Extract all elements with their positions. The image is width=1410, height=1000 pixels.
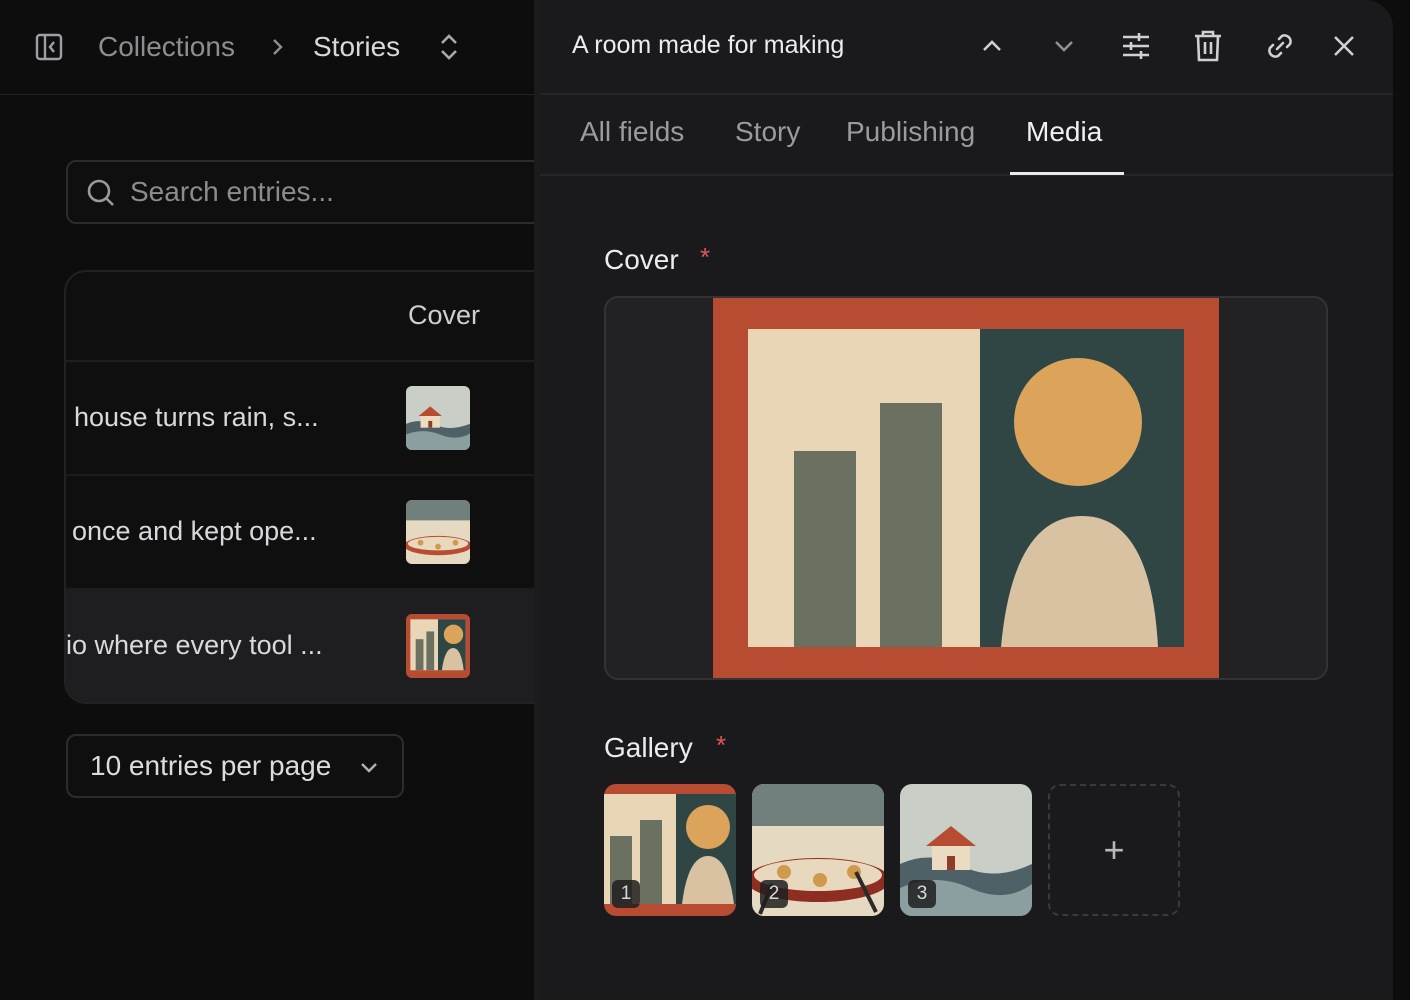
list-topbar: Collections Stories [0, 0, 540, 95]
table-row[interactable]: once and kept ope... [66, 476, 540, 590]
collection-list-pane: Collections Stories Cover house turns ra… [0, 0, 540, 1000]
close-icon [1332, 34, 1356, 63]
tab-media[interactable]: Media [1026, 116, 1102, 148]
gallery-item-index: 3 [908, 880, 936, 908]
gallery-item-index: 2 [760, 880, 788, 908]
table-row[interactable]: house turns rain, s... [66, 362, 540, 476]
plus-icon: + [1103, 829, 1125, 870]
copy-link-button[interactable] [1260, 28, 1300, 68]
previous-entry-button[interactable] [972, 28, 1012, 68]
window-edge [1393, 0, 1410, 1000]
chevron-down-icon [358, 756, 380, 778]
close-panel-button[interactable] [1324, 28, 1364, 68]
chevron-down-icon [1052, 34, 1076, 63]
gallery-item-index: 1 [612, 880, 640, 908]
tab-publishing[interactable]: Publishing [846, 116, 975, 148]
trash-icon [1194, 30, 1222, 67]
gallery-field-label: Gallery [604, 732, 693, 763]
gallery-item[interactable]: 3 [900, 784, 1032, 916]
search-field[interactable] [66, 160, 540, 224]
collection-switcher-icon[interactable] [436, 32, 462, 62]
active-tab-indicator [1010, 172, 1124, 175]
row-cover-thumbnail [406, 614, 470, 678]
column-header-cover[interactable]: Cover [408, 300, 480, 331]
table-row-selected[interactable]: io where every tool ... [66, 590, 540, 702]
entries-per-page-label: 10 entries per page [90, 750, 332, 781]
entry-title: A room made for making [572, 31, 845, 59]
breadcrumb-collections[interactable]: Collections [98, 29, 235, 65]
row-title: io where every tool ... [66, 630, 323, 660]
row-title: house turns rain, s... [74, 402, 319, 432]
chevron-right-icon [268, 36, 288, 58]
table-header: Cover [66, 272, 540, 362]
next-entry-button[interactable] [1044, 28, 1084, 68]
add-gallery-image-button[interactable]: + [1048, 784, 1180, 916]
tab-story[interactable]: Story [735, 116, 800, 148]
row-cover-thumbnail [406, 386, 470, 450]
gallery-item[interactable]: 1 [604, 784, 736, 916]
entry-tabs: All fields Story Publishing Media [540, 96, 1393, 176]
link-icon [1264, 30, 1296, 67]
delete-entry-button[interactable] [1188, 28, 1228, 68]
row-cover-thumbnail [406, 500, 470, 564]
row-title: once and kept ope... [72, 516, 317, 546]
search-icon [86, 178, 116, 208]
entry-header: A room made for making [540, 0, 1393, 95]
gallery-item[interactable]: 2 [752, 784, 884, 916]
sliders-icon [1121, 32, 1151, 65]
field-settings-button[interactable] [1116, 28, 1156, 68]
cover-required-marker: * [700, 242, 711, 272]
search-input[interactable] [130, 170, 540, 214]
breadcrumb-stories[interactable]: Stories [313, 29, 400, 65]
chevron-up-icon [980, 34, 1004, 63]
cover-field-label: Cover [604, 244, 679, 275]
entries-table: Cover house turns rain, s... once and ke… [64, 270, 540, 704]
cover-image-field[interactable] [604, 296, 1328, 680]
gallery-required-marker: * [716, 730, 727, 760]
cover-image [713, 298, 1219, 678]
entry-detail-panel: A room made for making All fields Story … [540, 0, 1393, 1000]
sidebar-toggle-icon[interactable] [34, 32, 64, 62]
tab-all-fields[interactable]: All fields [580, 116, 684, 148]
entries-per-page-select[interactable]: 10 entries per page [66, 734, 404, 798]
